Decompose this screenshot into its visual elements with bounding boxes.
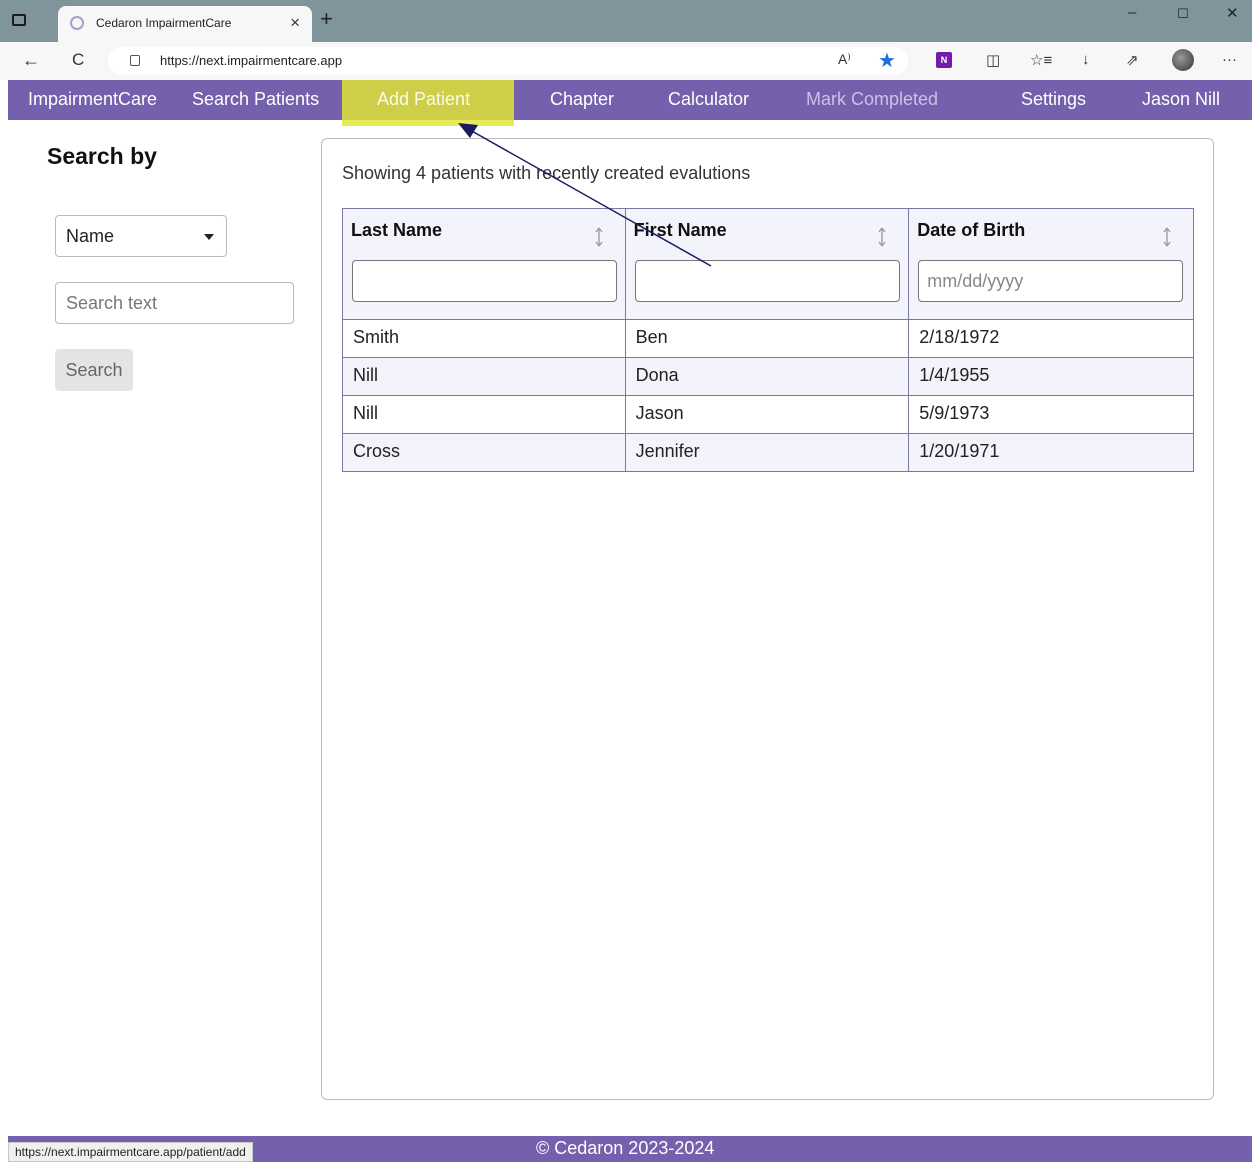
browser-tab[interactable]: Cedaron ImpairmentCare × (58, 6, 312, 42)
browser-titlebar: Cedaron ImpairmentCare × + – ☐ ✕ (0, 0, 1252, 42)
brand-link[interactable]: ImpairmentCare (28, 89, 157, 110)
cell-dob: 1/20/1971 (908, 433, 1194, 472)
column-header: Date of Birth (917, 220, 1026, 240)
tab-actions-icon[interactable] (12, 14, 26, 26)
col-first-name: First Name (624, 208, 910, 320)
column-header: Last Name (351, 220, 443, 240)
onenote-icon[interactable]: N (936, 52, 952, 68)
cell-last-name: Nill (342, 357, 626, 396)
app-navbar: ImpairmentCare Search Patients Add Patie… (8, 80, 1252, 126)
downloads-icon[interactable]: ↓ (1082, 51, 1090, 68)
nav-mark-completed[interactable]: Mark Completed (806, 89, 938, 110)
split-screen-icon[interactable]: ◫ (986, 51, 1000, 69)
nav-calculator[interactable]: Calculator (668, 89, 749, 110)
favorites-icon[interactable]: ☆≡ (1030, 51, 1052, 69)
cell-first-name: Jennifer (624, 433, 910, 472)
column-header: First Name (633, 220, 727, 240)
nav-chapter[interactable]: Chapter (550, 89, 614, 110)
cell-dob: 1/4/1955 (908, 357, 1194, 396)
cell-last-name: Nill (342, 395, 626, 434)
profile-avatar[interactable] (1172, 49, 1194, 71)
sort-icon[interactable] (1163, 227, 1171, 247)
nav-add-patient[interactable]: Add Patient (377, 89, 470, 110)
address-bar[interactable]: https://next.impairmentcare.app A⁾ ★ (108, 47, 908, 75)
copyright-text: © Cedaron 2023-2024 (536, 1138, 715, 1158)
cell-last-name: Smith (342, 319, 626, 358)
cell-dob: 5/9/1973 (908, 395, 1194, 434)
search-button[interactable]: Search (55, 349, 133, 391)
select-value: Name (66, 226, 115, 246)
dob-filter[interactable] (918, 260, 1184, 302)
table-header-row: Last Name First Name Date of Birth (342, 208, 1194, 320)
cell-first-name: Ben (624, 319, 910, 358)
read-aloud-icon[interactable]: A⁾ (838, 51, 851, 68)
patients-card: Showing 4 patients with recently created… (321, 138, 1214, 1100)
table-row[interactable]: Nill Jason 5/9/1973 (342, 395, 1194, 434)
results-summary: Showing 4 patients with recently created… (342, 163, 751, 183)
nav-search-patients[interactable]: Search Patients (192, 89, 319, 110)
col-last-name: Last Name (342, 208, 626, 320)
minimize-icon[interactable]: – (1128, 4, 1136, 21)
cell-first-name: Dona (624, 357, 910, 396)
browser-toolbar: ← C https://next.impairmentcare.app A⁾ ★… (0, 42, 1252, 80)
close-tab-icon[interactable]: × (290, 13, 300, 33)
search-field-select[interactable]: Name (55, 215, 227, 257)
last-name-filter[interactable] (352, 260, 617, 302)
close-window-icon[interactable]: ✕ (1226, 4, 1239, 22)
cell-dob: 2/18/1972 (908, 319, 1194, 358)
more-icon[interactable]: ··· (1222, 51, 1237, 68)
nav-user-menu[interactable]: Jason Nill (1142, 89, 1220, 110)
search-by-heading: Search by (47, 143, 157, 169)
new-tab-icon[interactable]: + (320, 8, 333, 30)
search-input[interactable] (55, 282, 294, 324)
table-row[interactable]: Nill Dona 1/4/1955 (342, 357, 1194, 396)
status-bar-url: https://next.impairmentcare.app/patient/… (8, 1142, 253, 1162)
tab-title: Cedaron ImpairmentCare (96, 16, 232, 30)
caret-down-icon (204, 234, 214, 240)
cell-first-name: Jason (624, 395, 910, 434)
table-row[interactable]: Cross Jennifer 1/20/1971 (342, 433, 1194, 472)
col-date-of-birth: Date of Birth (908, 208, 1194, 320)
share-icon[interactable]: ⇗ (1126, 51, 1139, 69)
refresh-icon[interactable]: C (72, 50, 84, 70)
cell-last-name: Cross (342, 433, 626, 472)
table-row[interactable]: Smith Ben 2/18/1972 (342, 319, 1194, 358)
nav-settings[interactable]: Settings (1021, 89, 1086, 110)
lock-icon[interactable] (130, 55, 140, 66)
patients-table: Last Name First Name Date of Birth Sm (342, 208, 1194, 472)
back-icon[interactable]: ← (22, 50, 40, 71)
sort-icon[interactable] (878, 227, 886, 247)
maximize-icon[interactable]: ☐ (1177, 6, 1189, 22)
url-text: https://next.impairmentcare.app (160, 53, 343, 68)
sort-icon[interactable] (595, 227, 603, 247)
favorite-star-icon[interactable]: ★ (878, 48, 896, 73)
first-name-filter[interactable] (634, 260, 900, 302)
favicon-icon (70, 16, 84, 30)
